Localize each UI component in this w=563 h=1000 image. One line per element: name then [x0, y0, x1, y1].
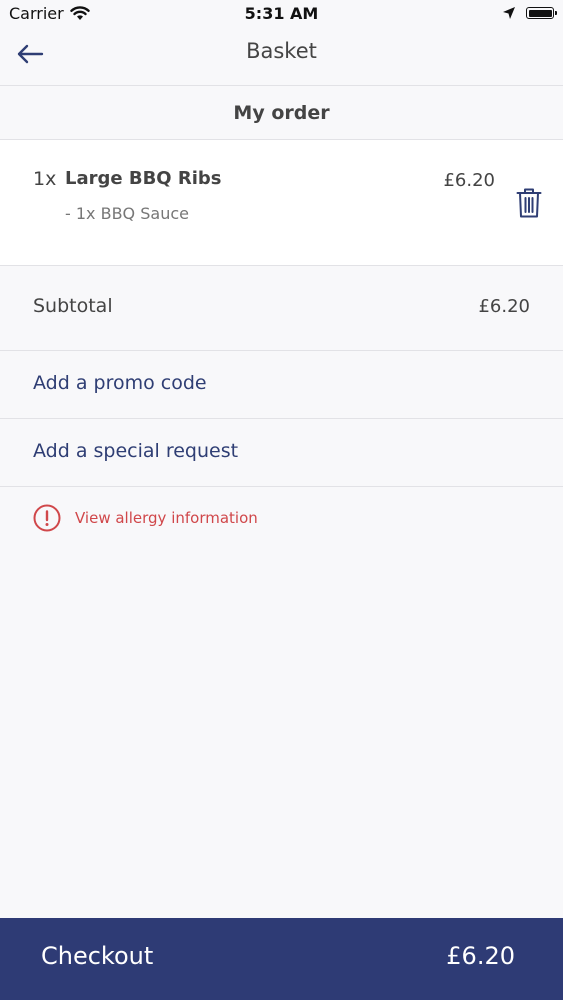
checkout-button[interactable]: Checkout £6.20: [0, 918, 563, 1000]
promo-code-label: Add a promo code: [33, 372, 207, 394]
special-request-label: Add a special request: [33, 440, 239, 462]
add-promo-code-button[interactable]: Add a promo code: [0, 351, 563, 419]
subtotal-row: Subtotal £6.20: [0, 266, 563, 351]
location-arrow-icon: [503, 7, 515, 19]
subtotal-label: Subtotal: [33, 295, 113, 317]
add-special-request-button[interactable]: Add a special request: [0, 419, 563, 487]
alert-circle-icon: [33, 504, 61, 532]
subtotal-value: £6.20: [478, 296, 530, 317]
nav-bar: Basket: [0, 30, 563, 86]
order-item: 1x Large BBQ Ribs - 1x BBQ Sauce £6.20: [0, 140, 563, 266]
battery-icon: [526, 7, 557, 19]
checkout-label: Checkout: [41, 942, 154, 970]
item-name: Large BBQ Ribs: [65, 168, 222, 189]
status-time: 5:31 AM: [244, 4, 319, 23]
allergy-information-label: View allergy information: [75, 509, 258, 527]
page-title: Basket: [246, 39, 317, 63]
item-quantity: 1x: [33, 168, 57, 190]
trash-icon: [516, 188, 542, 218]
item-price: £6.20: [443, 170, 495, 191]
delete-item-button[interactable]: [515, 186, 543, 220]
checkout-total: £6.20: [446, 942, 515, 970]
section-header-my-order: My order: [0, 86, 563, 140]
status-right: [502, 6, 557, 20]
status-bar: Carrier 5:31 AM: [0, 0, 563, 30]
item-modifier: - 1x BBQ Sauce: [65, 204, 189, 223]
view-allergy-information-link[interactable]: View allergy information: [33, 504, 258, 532]
